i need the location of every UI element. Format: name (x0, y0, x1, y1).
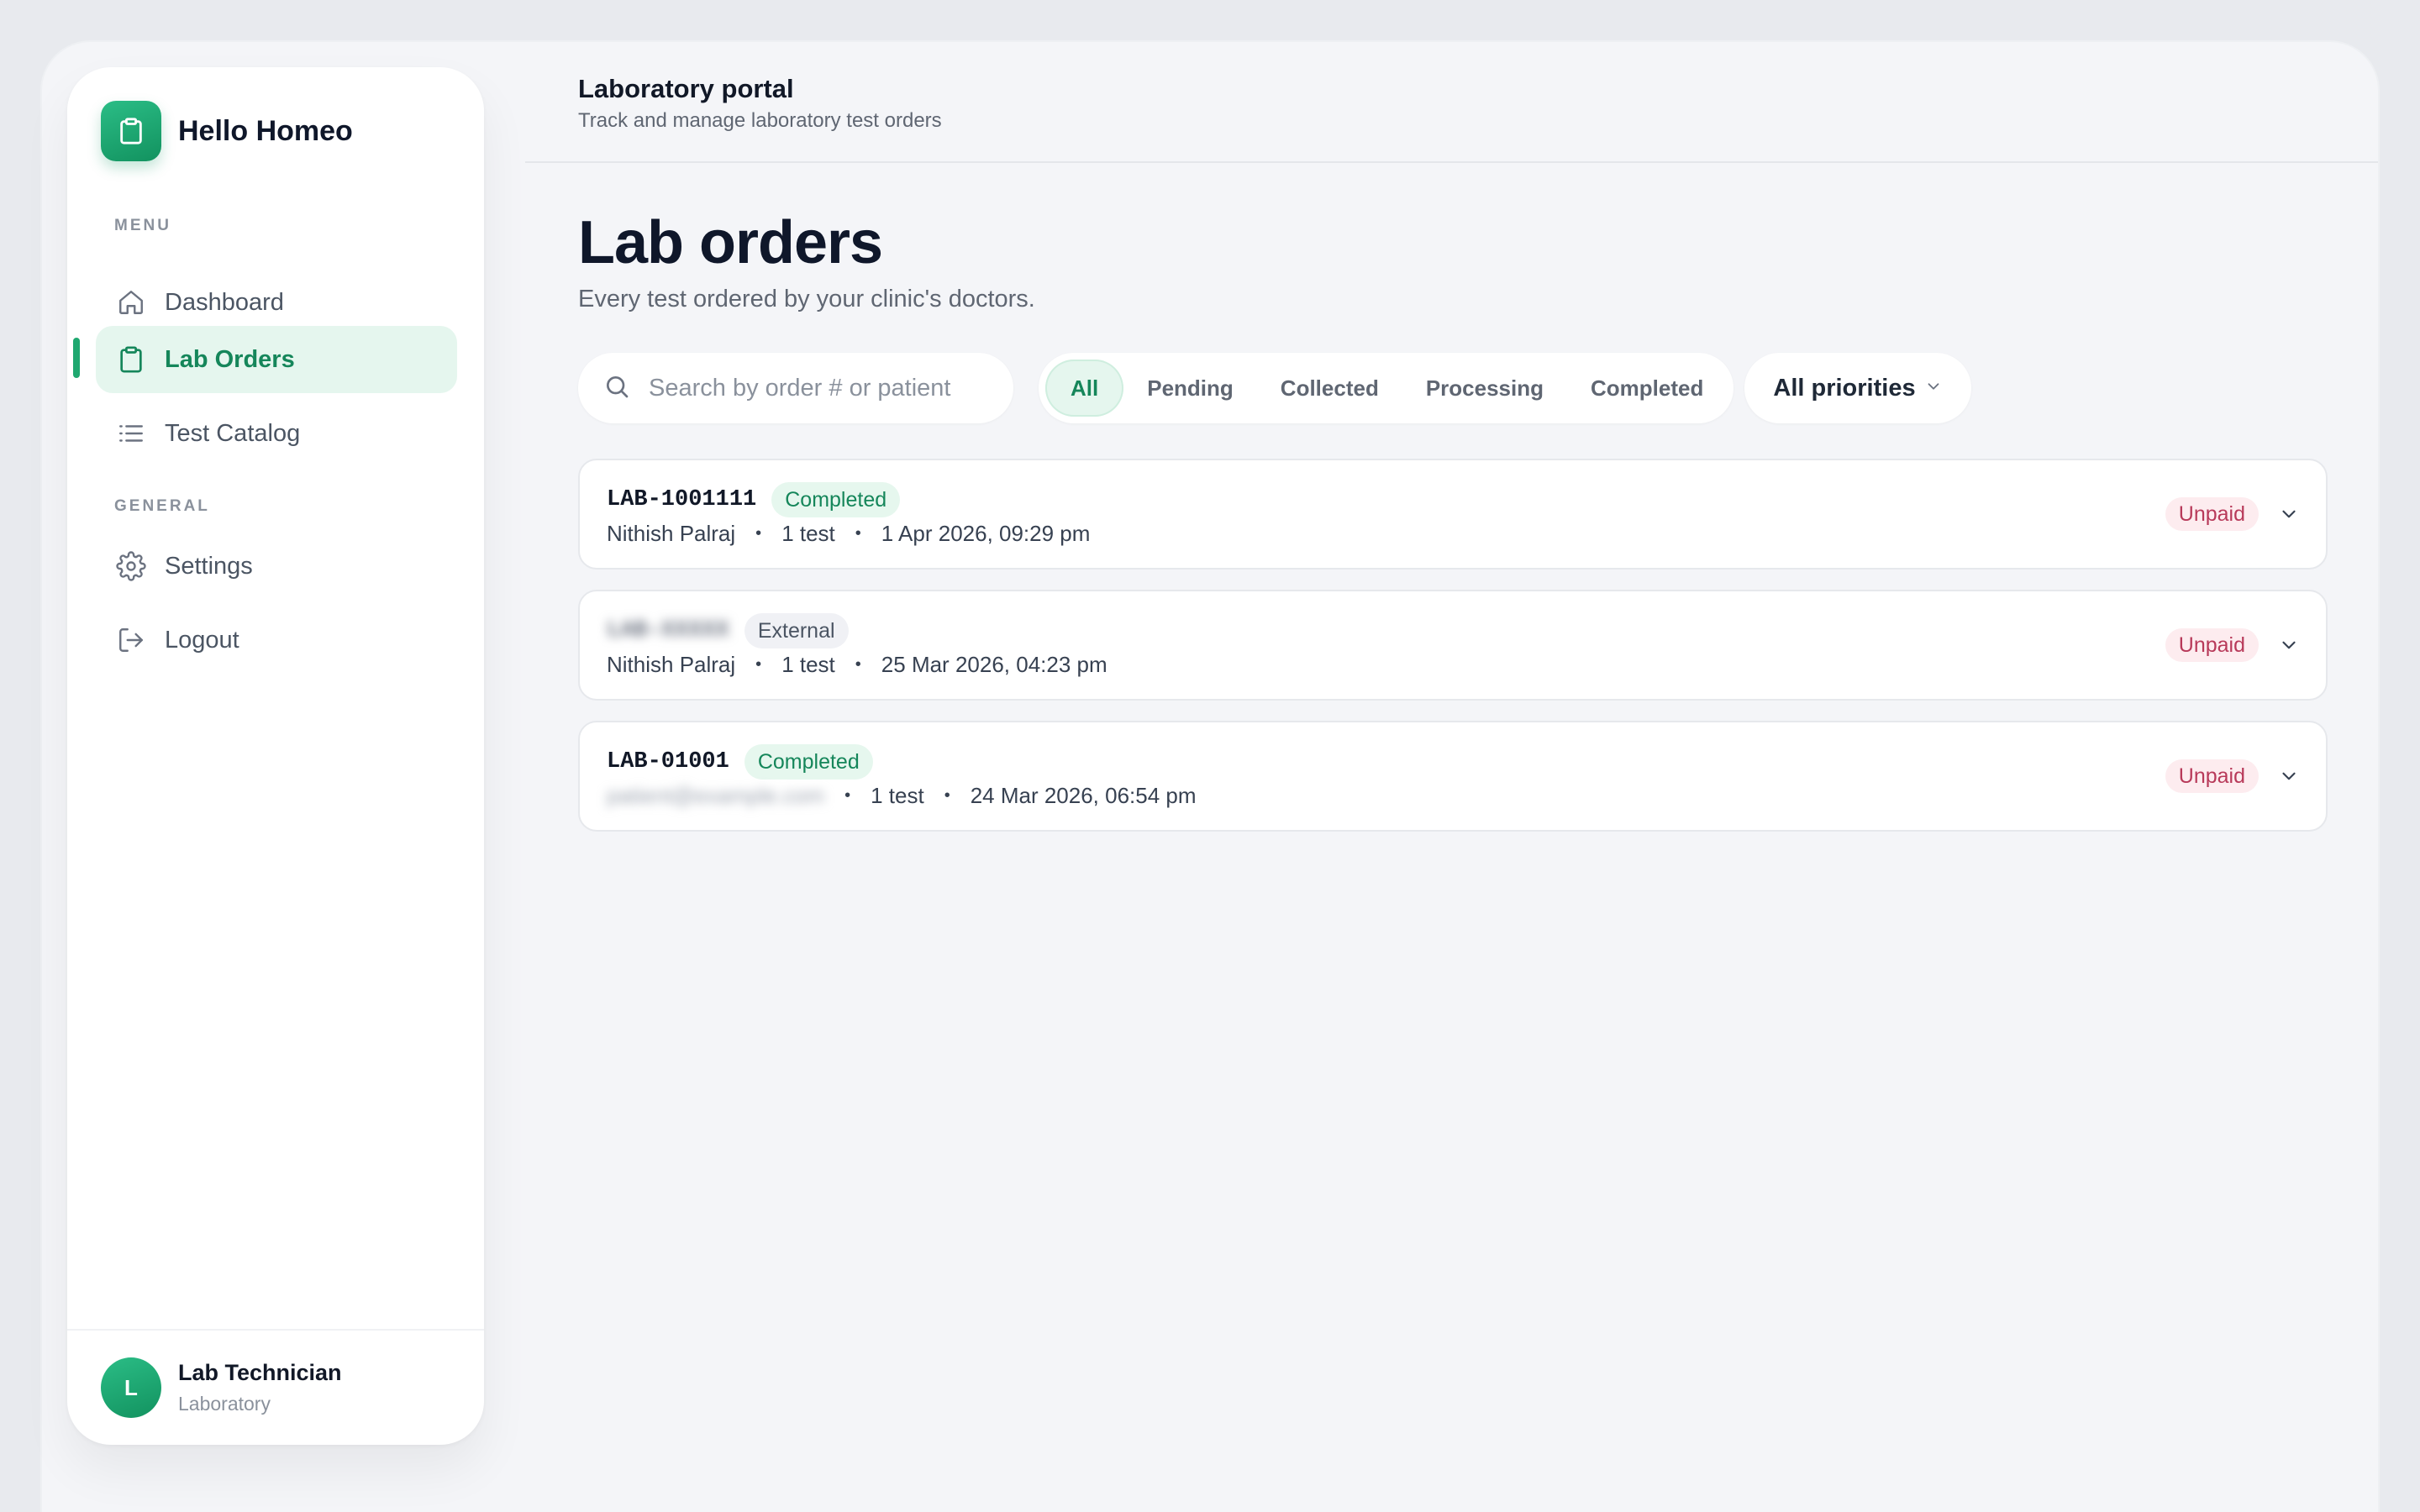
sidebar-item-label: Logout (165, 626, 239, 654)
avatar: L (101, 1357, 161, 1418)
order-date: 24 Mar 2026, 06:54 pm (970, 783, 1197, 808)
sidebar-item-label: Dashboard (165, 288, 284, 316)
user-name: Lab Technician (178, 1360, 342, 1385)
user-role: Laboratory (178, 1393, 271, 1415)
active-indicator (73, 338, 80, 378)
status-tabs: All Pending Collected Processing Complet… (1039, 353, 1734, 423)
sidebar-item-label: Lab Orders (165, 345, 295, 373)
status-badge: External (744, 613, 849, 648)
search-input[interactable] (649, 374, 951, 402)
payment-badge: Unpaid (2165, 628, 2259, 662)
order-id: LAB-XXXXX (607, 618, 729, 643)
order-card[interactable]: LAB-1001111 Completed Nithish Palraj • 1… (578, 459, 2328, 570)
home-icon (114, 286, 148, 319)
chevron-down-icon (1924, 375, 1943, 402)
priority-filter[interactable]: All priorities (1744, 353, 1971, 423)
patient-name: patient@example.com (607, 783, 825, 808)
search-icon (603, 373, 630, 404)
order-card[interactable]: LAB-01001 Completed patient@example.com … (578, 721, 2328, 832)
app-window: Hello Homeo MENU Dashboard Lab Orders Te… (42, 42, 2378, 1512)
topbar: Laboratory portal Track and manage labor… (525, 42, 2378, 163)
chevron-down-icon[interactable] (2275, 763, 2302, 790)
menu-section-label: MENU (114, 217, 171, 234)
sidebar-item-lab-orders[interactable]: Lab Orders (96, 326, 457, 393)
user-profile[interactable]: L Lab Technician Laboratory (67, 1329, 484, 1445)
list-icon (114, 417, 148, 450)
tab-processing[interactable]: Processing (1402, 360, 1567, 417)
page-title: Lab orders (578, 209, 883, 276)
clipboard-icon (101, 101, 161, 161)
tab-all[interactable]: All (1045, 360, 1124, 417)
sidebar: Hello Homeo MENU Dashboard Lab Orders Te… (67, 67, 484, 1445)
sidebar-item-settings[interactable]: Settings (96, 533, 457, 600)
order-id: LAB-01001 (607, 749, 729, 774)
user-info: Lab Technician Laboratory (178, 1360, 342, 1415)
status-badge: Completed (771, 482, 901, 517)
sidebar-item-test-catalog[interactable]: Test Catalog (96, 400, 457, 467)
general-section-label: GENERAL (114, 497, 210, 515)
patient-name: Nithish Palraj (607, 652, 736, 677)
order-date: 1 Apr 2026, 09:29 pm (881, 521, 1091, 546)
test-count: 1 test (871, 783, 924, 808)
sidebar-item-label: Test Catalog (165, 419, 301, 447)
priority-filter-label: All priorities (1773, 374, 1916, 402)
chevron-down-icon[interactable] (2275, 501, 2302, 528)
order-date: 25 Mar 2026, 04:23 pm (881, 652, 1107, 677)
payment-badge: Unpaid (2165, 759, 2259, 793)
tab-completed[interactable]: Completed (1567, 360, 1727, 417)
search-box[interactable] (578, 353, 1013, 423)
test-count: 1 test (781, 652, 835, 677)
test-count: 1 test (781, 521, 835, 546)
sidebar-item-label: Settings (165, 552, 253, 580)
logout-icon (114, 623, 148, 657)
status-badge: Completed (744, 744, 873, 780)
patient-name: Nithish Palraj (607, 521, 736, 546)
sidebar-item-logout[interactable]: Logout (96, 606, 457, 674)
brand-name: Hello Homeo (178, 114, 353, 147)
order-id: LAB-1001111 (607, 487, 757, 512)
portal-subtitle: Track and manage laboratory test orders (578, 109, 942, 132)
orders-list: LAB-1001111 Completed Nithish Palraj • 1… (578, 459, 2328, 852)
payment-badge: Unpaid (2165, 497, 2259, 531)
portal-title: Laboratory portal (578, 74, 794, 103)
brand[interactable]: Hello Homeo (101, 101, 353, 161)
tab-collected[interactable]: Collected (1257, 360, 1402, 417)
page-subtitle: Every test ordered by your clinic's doct… (578, 286, 1035, 312)
clipboard-icon (114, 343, 148, 376)
chevron-down-icon[interactable] (2275, 632, 2302, 659)
gear-icon (114, 549, 148, 583)
tab-pending[interactable]: Pending (1123, 360, 1257, 417)
order-card[interactable]: LAB-XXXXX External Nithish Palraj • 1 te… (578, 590, 2328, 701)
